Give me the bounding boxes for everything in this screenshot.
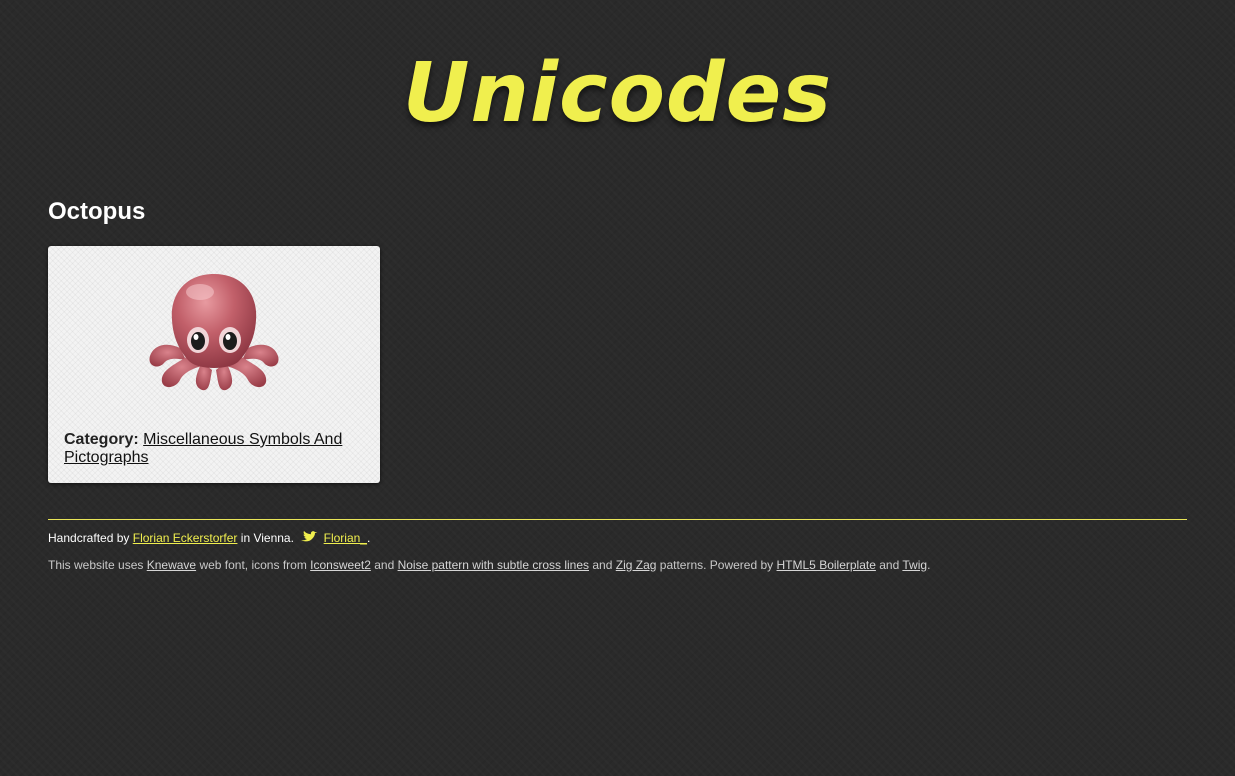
- credit-prefix: Handcrafted by: [48, 531, 130, 545]
- credit-end: .: [366, 531, 371, 545]
- font-link[interactable]: Knewave: [147, 558, 196, 572]
- character-card: Category: Miscellaneous Symbols And Pict…: [48, 246, 380, 483]
- and-text-2: and: [592, 558, 613, 572]
- patterns-text: patterns. Powered by: [659, 558, 774, 572]
- boilerplate-link[interactable]: HTML5 Boilerplate: [777, 558, 876, 572]
- twitter-bird-icon: [301, 531, 318, 542]
- font-suffix: web font, icons from: [199, 558, 307, 572]
- twig-link[interactable]: Twig: [902, 558, 927, 572]
- category-info: Category: Miscellaneous Symbols And Pict…: [64, 431, 364, 467]
- author-link[interactable]: Florian Eckerstorfer: [133, 531, 238, 545]
- footer-divider: [48, 519, 1187, 520]
- twitter-link[interactable]: Florian_: [324, 531, 367, 545]
- footer-credit: Handcrafted by Florian Eckerstorfer in V…: [48, 531, 370, 546]
- page-title: Octopus: [48, 198, 146, 225]
- and-text-1: and: [374, 558, 395, 572]
- uses-prefix: This website uses: [48, 558, 144, 572]
- zigzag-link[interactable]: Zig Zag: [616, 558, 657, 572]
- noise-pattern-link[interactable]: Noise pattern with subtle cross lines: [398, 558, 589, 572]
- site-logo[interactable]: Unicodes: [0, 44, 1235, 144]
- octopus-emoji-icon: [149, 274, 279, 391]
- footer-resources: This website uses Knewave web font, icon…: [48, 558, 930, 573]
- and-text-3: and: [879, 558, 900, 572]
- category-label: Category:: [64, 431, 139, 448]
- credit-location: in Vienna.: [240, 531, 294, 545]
- icons-link[interactable]: Iconsweet2: [310, 558, 371, 572]
- final-period: .: [927, 558, 931, 572]
